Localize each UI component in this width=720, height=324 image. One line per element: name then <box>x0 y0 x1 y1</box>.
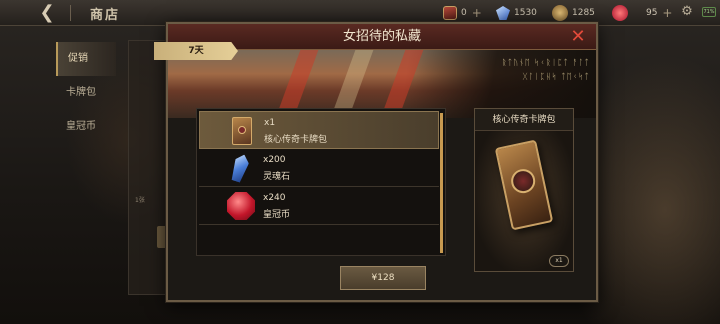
preview-image: x1 <box>475 131 573 271</box>
back-button[interactable]: ❮ <box>30 3 64 23</box>
preview-quantity-badge: x1 <box>549 255 569 267</box>
item-name: 核心传奇卡牌包 <box>264 135 328 145</box>
background-offer-text: 1张 <box>135 197 145 204</box>
card-emblem <box>508 166 538 196</box>
crown-coin-graphic <box>227 192 255 220</box>
soul-stone-graphic <box>229 153 251 184</box>
list-item[interactable]: x200 灵魂石 <box>199 149 439 187</box>
item-quantity: x1 <box>264 118 276 128</box>
item-quantity: x200 <box>263 155 286 165</box>
card-pack-icon <box>228 117 256 145</box>
offer-item-list: x1 核心传奇卡牌包 x200 灵魂石 x240 皇冠币 <box>196 108 446 256</box>
gold-resource: 1285 <box>552 5 595 21</box>
close-button[interactable]: ✕ <box>568 27 588 47</box>
banner-rune-text: ᚱᛏᚢᚾᛖ ᛋᚲᚱᛁᛈᛏ ᚨᛚᛏ ᚷᛚᛁᛈᚺᛋ ᛏᛖᚲᛋᛏ <box>501 58 590 81</box>
card-pack-icon <box>443 6 457 20</box>
list-item[interactable]: x240 皇冠币 <box>199 187 439 225</box>
settings-gear-icon[interactable]: ⚙ <box>680 5 694 19</box>
card-pack-graphic <box>232 117 252 145</box>
soul-stone-count: 1530 <box>514 8 537 18</box>
scrollbar-thumb[interactable] <box>440 113 443 253</box>
divider <box>70 5 71 21</box>
item-preview-panel: 核心传奇卡牌包 x1 <box>474 108 574 272</box>
soul-stone-icon <box>496 6 510 20</box>
card-pack-count: 0 <box>461 8 467 18</box>
sidebar-item-card-packs[interactable]: 卡牌包 <box>56 76 116 110</box>
gold-coin-icon <box>552 5 568 21</box>
add-crown-coin-button[interactable]: + <box>661 7 673 19</box>
item-quantity: x240 <box>263 193 286 203</box>
crown-coin-count: 95 <box>646 8 658 18</box>
gold-count: 1285 <box>572 8 595 18</box>
card-emblem <box>238 126 246 134</box>
crown-coin-icon <box>612 5 628 21</box>
list-item[interactable]: x1 核心传奇卡牌包 <box>199 111 439 149</box>
crown-coin-resource: 95 + <box>612 5 673 21</box>
card-pack-icon <box>494 139 554 231</box>
item-name: 灵魂石 <box>263 172 291 182</box>
page-title: 商店 <box>90 8 121 23</box>
soul-stone-icon <box>227 154 255 182</box>
soul-stone-resource: 1530 <box>496 5 537 21</box>
card-pack-resource: 0 + <box>443 5 483 21</box>
sidebar-item-crown-coins[interactable]: 皇冠币 <box>56 110 116 144</box>
sidebar-item-promotions[interactable]: 促销 <box>56 42 116 76</box>
battery-indicator: 71% <box>702 7 716 17</box>
close-icon: ✕ <box>570 26 586 47</box>
offer-timer: 7天 <box>154 42 238 60</box>
crown-coin-icon <box>227 192 255 220</box>
add-card-pack-button[interactable]: + <box>471 7 483 19</box>
sidebar: 促销 卡牌包 皇冠币 <box>48 34 118 324</box>
preview-title: 核心传奇卡牌包 <box>475 109 573 131</box>
offer-dialog: ᚱᛏᚢᚾᛖ ᛋᚲᚱᛁᛈᛏ ᚨᛚᛏ ᚷᛚᛁᛈᚺᛋ ᛏᛖᚲᛋᛏ 女招待的私藏 ✕ ◷… <box>154 22 598 302</box>
purchase-button[interactable]: ¥128 <box>340 266 426 290</box>
back-arrow-icon: ❮ <box>39 2 55 23</box>
item-name: 皇冠币 <box>263 210 291 220</box>
